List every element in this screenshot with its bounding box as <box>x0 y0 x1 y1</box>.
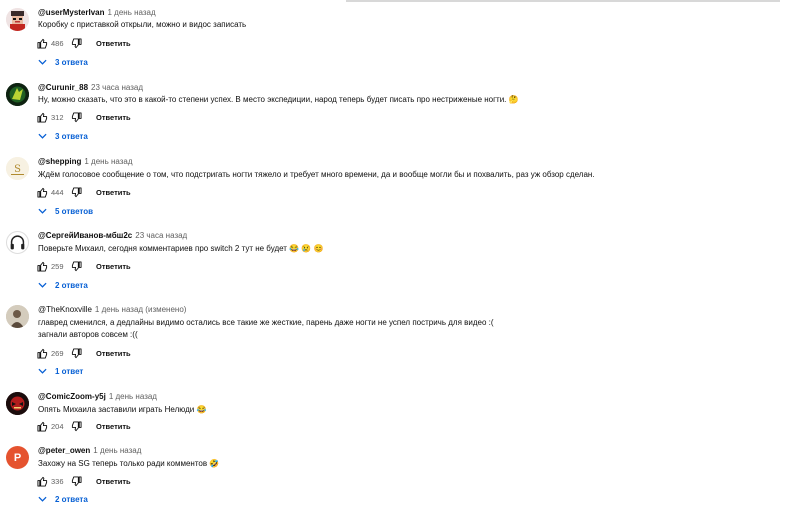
comment-header: @peter_owen 1 день назад <box>38 446 141 456</box>
replies-count: 3 ответа <box>55 131 88 141</box>
dislike-icon[interactable] <box>70 37 82 49</box>
like-icon[interactable] <box>36 111 48 123</box>
dislike-icon[interactable] <box>70 420 82 432</box>
avatar[interactable] <box>6 392 29 415</box>
like-count: 204 <box>51 421 64 431</box>
comment-actions: 312 Ответить <box>36 111 131 123</box>
avatar-letter: P <box>13 451 22 464</box>
comment-header: @СергейИванов-мбш2с 23 часа назад <box>38 231 187 241</box>
dislike-icon[interactable] <box>70 186 82 198</box>
comment-author[interactable]: @TheKnoxville <box>38 305 92 314</box>
chevron-down-icon <box>38 59 47 65</box>
chevron-down-icon <box>38 368 47 374</box>
replies-count: 3 ответа <box>55 57 88 67</box>
comment-header: @Curunir_88 23 часа назад <box>38 83 143 93</box>
comment-author[interactable]: @Curunir_88 <box>38 83 88 92</box>
avatar[interactable] <box>6 231 29 254</box>
comment-time[interactable]: 1 день назад (изменено) <box>95 305 187 314</box>
comment-actions: 204 Ответить <box>36 420 131 432</box>
dislike-icon[interactable] <box>70 475 82 487</box>
show-replies-button[interactable]: 3 ответа <box>38 55 88 69</box>
dislike-icon[interactable] <box>70 347 82 359</box>
avatar[interactable]: P <box>6 446 29 469</box>
comment-time[interactable]: 1 день назад <box>93 446 141 455</box>
comment-actions: 336 Ответить <box>36 475 131 487</box>
chevron-down-icon <box>38 282 47 288</box>
comment-time[interactable]: 23 часа назад <box>91 83 143 92</box>
reply-button[interactable]: Ответить <box>96 477 131 486</box>
show-replies-button[interactable]: 3 ответа <box>38 129 88 143</box>
comment-header: @ComicZoom-y5j 1 день назад <box>38 392 157 402</box>
comment-author[interactable]: @peter_owen <box>38 446 90 455</box>
reply-button[interactable]: Ответить <box>96 349 131 358</box>
comment-time[interactable]: 1 день назад <box>109 392 157 401</box>
chevron-down-icon <box>38 496 47 502</box>
comment-text: Захожу на SG теперь только ради комменто… <box>38 459 220 468</box>
avatar[interactable] <box>6 8 29 31</box>
comment-actions: 269 Ответить <box>36 347 131 359</box>
reply-button[interactable]: Ответить <box>96 113 131 122</box>
top-divider <box>346 0 780 2</box>
like-icon[interactable] <box>36 37 48 49</box>
replies-count: 2 ответа <box>55 280 88 290</box>
like-count: 312 <box>51 112 64 122</box>
reply-button[interactable]: Ответить <box>96 39 131 48</box>
comment-header: @userMysterIvan 1 день назад <box>38 8 156 18</box>
show-replies-button[interactable]: 5 ответов <box>38 204 93 218</box>
like-icon[interactable] <box>36 260 48 272</box>
svg-text:S: S <box>14 164 21 175</box>
avatar[interactable]: S <box>6 157 29 180</box>
reply-button[interactable]: Ответить <box>96 188 131 197</box>
like-icon[interactable] <box>36 420 48 432</box>
comment-author[interactable]: @shepping <box>38 157 81 166</box>
comment-author[interactable]: @ComicZoom-y5j <box>38 392 106 401</box>
comment-actions: 259 Ответить <box>36 260 131 272</box>
show-replies-button[interactable]: 1 ответ <box>38 364 83 378</box>
comment-text-line: загнали авторов совсем :(( <box>38 330 138 339</box>
replies-count: 2 ответа <box>55 494 88 504</box>
comment-actions: 444 Ответить <box>36 186 131 198</box>
like-icon[interactable] <box>36 186 48 198</box>
like-count: 486 <box>51 38 64 48</box>
chevron-down-icon <box>38 208 47 214</box>
reply-button[interactable]: Ответить <box>96 262 131 271</box>
comment-time[interactable]: 23 часа назад <box>135 231 187 240</box>
chevron-down-icon <box>38 133 47 139</box>
like-count: 259 <box>51 261 64 271</box>
show-replies-button[interactable]: 2 ответа <box>38 492 88 506</box>
comment-text: Ждём голосовое сообщение о том, что подс… <box>38 170 595 179</box>
comment-text: главред сменился, а дедлайны видимо оста… <box>38 318 494 327</box>
like-icon[interactable] <box>36 475 48 487</box>
comment-text: Ну, можно сказать, что это в какой-то ст… <box>38 95 519 104</box>
comment-text: Опять Михаила заставили играть Нелюди 😂 <box>38 405 207 414</box>
like-count: 269 <box>51 348 64 358</box>
replies-count: 1 ответ <box>55 366 84 376</box>
comment-author[interactable]: @userMysterIvan <box>38 8 105 17</box>
show-replies-button[interactable]: 2 ответа <box>38 278 88 292</box>
comment-text: Поверьте Михаил, сегодня комментариев пр… <box>38 244 324 253</box>
like-count: 336 <box>51 476 64 486</box>
comment-author[interactable]: @СергейИванов-мбш2с <box>38 231 132 240</box>
like-count: 444 <box>51 187 64 197</box>
comment-header: @shepping 1 день назад <box>38 157 133 167</box>
dislike-icon[interactable] <box>70 111 82 123</box>
comment-header: @TheKnoxville 1 день назад (изменено) <box>38 305 186 315</box>
reply-button[interactable]: Ответить <box>96 422 131 431</box>
dislike-icon[interactable] <box>70 260 82 272</box>
comment-actions: 486 Ответить <box>36 37 131 49</box>
like-icon[interactable] <box>36 347 48 359</box>
avatar[interactable] <box>6 83 29 106</box>
replies-count: 5 ответов <box>55 206 94 216</box>
comment-time[interactable]: 1 день назад <box>108 8 156 17</box>
comment-time[interactable]: 1 день назад <box>84 157 132 166</box>
avatar[interactable] <box>6 305 29 328</box>
comment-text: Коробку с приставкой открыли, можно и ви… <box>38 20 247 29</box>
